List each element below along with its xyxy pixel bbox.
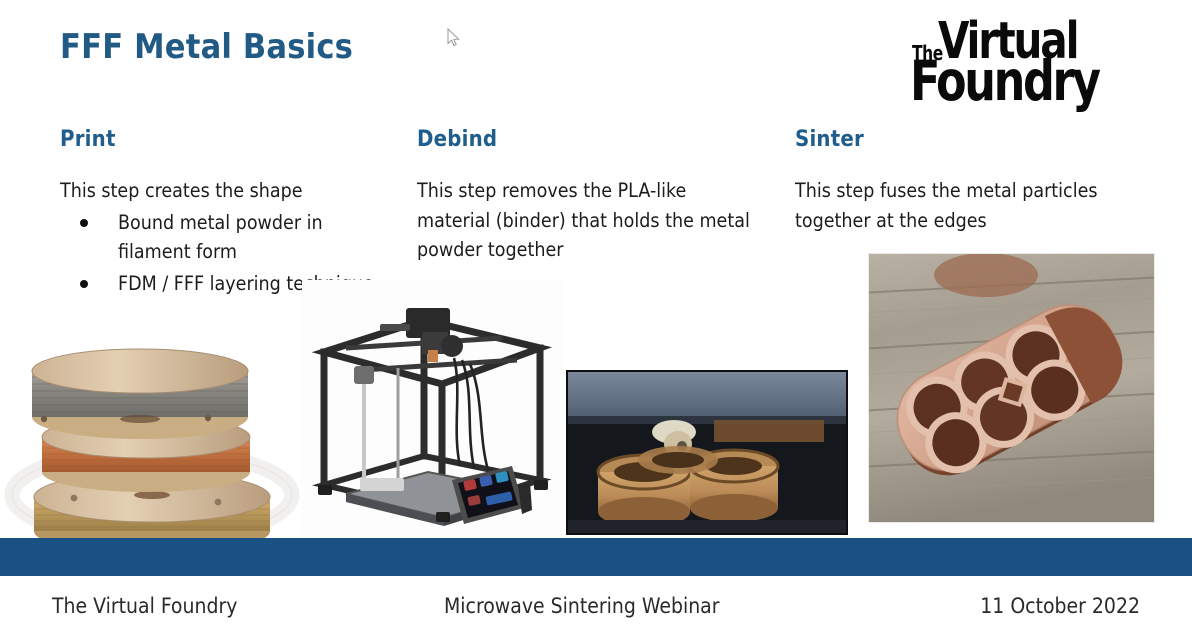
footer-organization: The Virtual Foundry	[52, 594, 238, 618]
image-sintered-part	[868, 253, 1155, 523]
column-print: Print This step creates the shape Bound …	[60, 127, 390, 299]
column-sinter: Sinter This step fuses the metal particl…	[795, 127, 1145, 235]
mouse-cursor	[447, 27, 461, 48]
fdm-printer-illustration	[302, 280, 562, 535]
column-heading-sinter: Sinter	[795, 127, 864, 152]
column-heading-debind: Debind	[417, 127, 498, 152]
footer-event-title: Microwave Sintering Webinar	[444, 594, 720, 618]
image-3d-printer	[302, 280, 562, 535]
column-debind: Debind This step removes the PLA-like ma…	[417, 127, 762, 265]
column-heading-print: Print	[60, 127, 116, 152]
slide-footer: The Virtual Foundry Microwave Sintering …	[0, 576, 1192, 635]
list-item: Bound metal powder in filament form	[60, 208, 390, 267]
virtual-foundry-logo: The Virtual Foundry	[908, 14, 1140, 109]
filament-spools-illustration	[0, 345, 312, 540]
image-debinding-process	[566, 370, 848, 535]
debinding-illustration	[566, 370, 848, 535]
sintered-part-illustration	[868, 253, 1155, 523]
image-filament-spools	[0, 345, 312, 540]
logo-foundry-text: Foundry	[910, 49, 1101, 114]
page-title: FFF Metal Basics	[60, 27, 354, 67]
footer-accent-band	[0, 538, 1192, 576]
column-body-sinter: This step fuses the metal particles toge…	[795, 179, 1098, 232]
footer-date: 11 October 2022	[980, 594, 1140, 618]
cursor-arrow-icon	[447, 27, 460, 47]
presentation-slide: FFF Metal Basics The Virtual Foundry Pri…	[0, 0, 1192, 635]
column-body-debind: This step removes the PLA-like material …	[417, 179, 750, 262]
column-body-print: This step creates the shape	[60, 179, 303, 202]
